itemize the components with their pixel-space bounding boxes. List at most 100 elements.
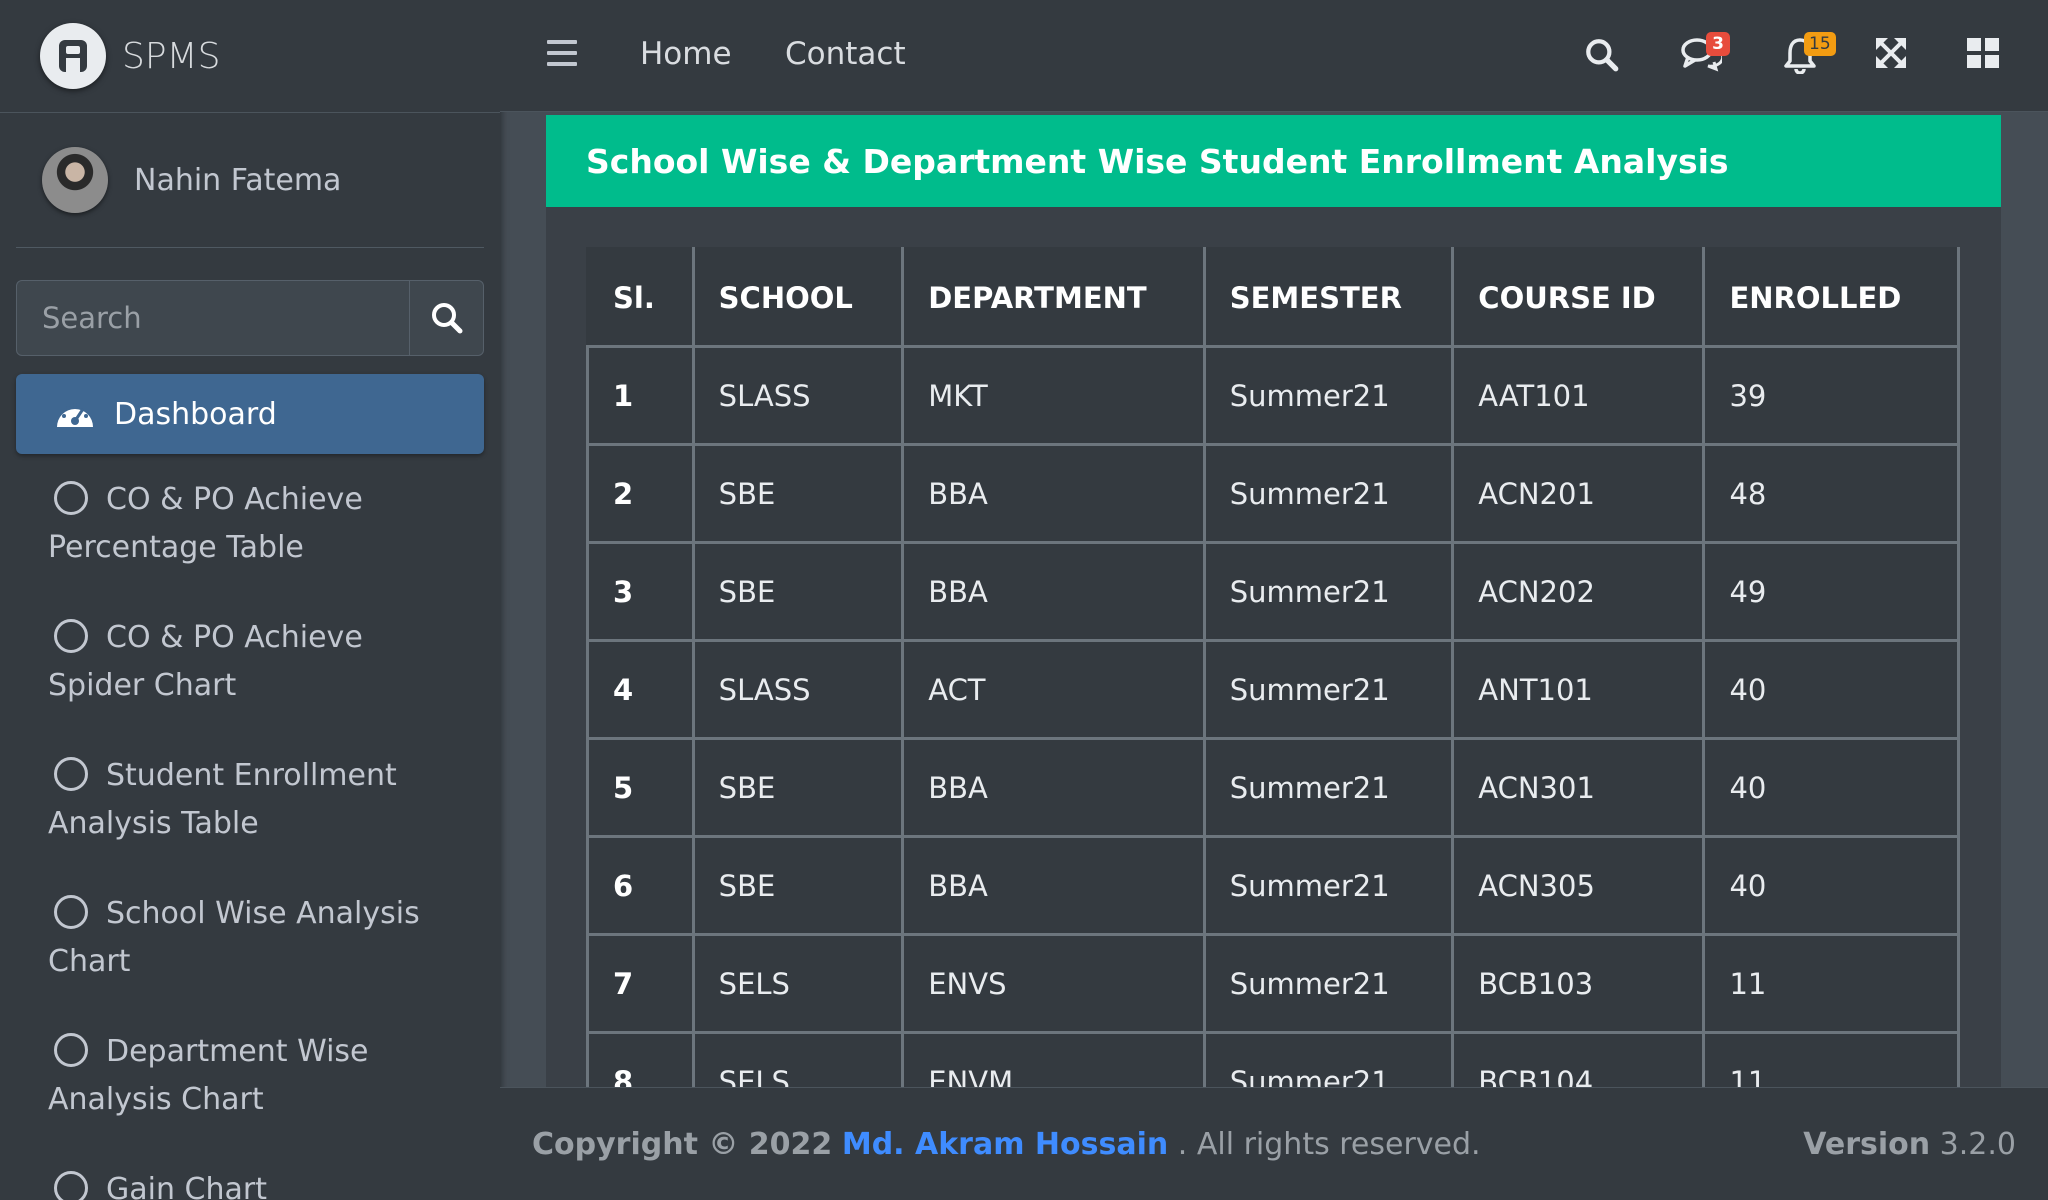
sidebar-item-gain-chart[interactable]: Gain Chart <box>16 1144 466 1200</box>
enrollment-table: Sl. SCHOOL DEPARTMENT SEMESTER COURSE ID ENRO… <box>586 247 1960 1087</box>
table-cell: 3 <box>586 541 695 642</box>
search-input[interactable] <box>17 281 409 355</box>
table-cell: ACT <box>901 639 1206 740</box>
nav-link-contact[interactable]: Contact <box>785 36 906 72</box>
table-cell: 1 <box>586 345 695 446</box>
table-cell: 48 <box>1702 443 1960 544</box>
table-cell: Summer21 <box>1202 443 1455 544</box>
version-label: Version <box>1803 1126 1931 1162</box>
table-cell: Summer21 <box>1202 1031 1455 1087</box>
table-cell: MKT <box>901 345 1206 446</box>
table-cell: Summer21 <box>1202 639 1455 740</box>
expand-arrows-icon <box>1876 38 1906 68</box>
table-cell: Summer21 <box>1202 737 1455 838</box>
avatar <box>42 147 108 213</box>
user-name[interactable]: Nahin Fatema <box>134 163 341 198</box>
user-panel[interactable]: Nahin Fatema <box>16 113 484 248</box>
brand-name: SPMS <box>122 35 221 77</box>
table-cell: Summer21 <box>1202 835 1455 936</box>
sidebar-item-co-po-percentage-table[interactable]: CO & PO Achieve Percentage Table <box>16 454 466 592</box>
messages-badge: 3 <box>1706 32 1730 56</box>
table-cell: BBA <box>901 541 1206 642</box>
copyright-text: Copyright © 2022 <box>532 1126 833 1162</box>
table-row: 5 SBE BBA Summer21 ACN301 40 <box>586 737 1960 838</box>
menu-toggle-icon[interactable] <box>547 40 577 73</box>
footer-copyright: Copyright © 2022 Md. Akram Hossain . All… <box>532 1127 1481 1162</box>
table-cell: SELS <box>691 933 905 1034</box>
footer: Copyright © 2022 Md. Akram Hossain . All… <box>500 1087 2048 1200</box>
circle-icon <box>54 757 88 791</box>
table-cell: BBA <box>901 737 1206 838</box>
circle-icon <box>54 1033 88 1067</box>
table-cell: 5 <box>586 737 695 838</box>
control-sidebar-button[interactable] <box>1965 36 2001 74</box>
table-cell: BCB104 <box>1451 1031 1706 1087</box>
table-cell: 40 <box>1702 835 1960 936</box>
sidebar-item-label: Student Enrollment Analysis Table <box>48 758 397 841</box>
brand-link[interactable]: SPMS <box>0 0 500 113</box>
table-row: 6 SBE BBA Summer21 ACN305 40 <box>586 835 1960 936</box>
sidebar-item-co-po-spider-chart[interactable]: CO & PO Achieve Spider Chart <box>16 592 466 730</box>
author-link[interactable]: Md. Akram Hossain <box>842 1127 1168 1162</box>
table-cell: ENVM <box>901 1031 1206 1087</box>
th-large-icon <box>1967 38 1999 68</box>
table-header-row: Sl. SCHOOL DEPARTMENT SEMESTER COURSE ID ENRO… <box>586 247 1960 348</box>
sidebar-item-student-enrollment-table[interactable]: Student Enrollment Analysis Table <box>16 730 466 868</box>
table-cell: 4 <box>586 639 695 740</box>
table-row: 3 SBE BBA Summer21 ACN202 49 <box>586 541 1960 642</box>
card-title: School Wise & Department Wise Student En… <box>586 141 1729 181</box>
search-icon <box>431 303 462 334</box>
table-cell: SLASS <box>691 345 905 446</box>
card-header: School Wise & Department Wise Student En… <box>546 115 2001 207</box>
table-row: 4 SLASS ACT Summer21 ANT101 40 <box>586 639 1960 740</box>
table-header-cell: DEPARTMENT <box>901 247 1206 348</box>
rights-text: . All rights reserved. <box>1177 1126 1481 1162</box>
table-cell: ACN305 <box>1451 835 1706 936</box>
table-cell: ACN301 <box>1451 737 1706 838</box>
navbar-search-button[interactable] <box>1583 36 1621 78</box>
sidebar-item-label: Department Wise Analysis Chart <box>48 1034 369 1117</box>
table-row: 8 SELS ENVM Summer21 BCB104 11 <box>586 1031 1960 1087</box>
table-cell: ANT101 <box>1451 639 1706 740</box>
table-header-cell: ENROLLED <box>1702 247 1960 348</box>
table-cell: ACN201 <box>1451 443 1706 544</box>
search-button[interactable] <box>409 281 483 355</box>
table-cell: AAT101 <box>1451 345 1706 446</box>
circle-icon <box>54 1171 88 1200</box>
table-cell: 39 <box>1702 345 1960 446</box>
table-row: 7 SELS ENVS Summer21 BCB103 11 <box>586 933 1960 1034</box>
footer-version: Version 3.2.0 <box>1803 1127 2016 1162</box>
table-cell: 7 <box>586 933 695 1034</box>
table-cell: ACN202 <box>1451 541 1706 642</box>
table-cell: 40 <box>1702 737 1960 838</box>
table-cell: SBE <box>691 737 905 838</box>
table-cell: SBE <box>691 443 905 544</box>
sidebar-item-label: School Wise Analysis Chart <box>48 896 420 979</box>
table-cell: BCB103 <box>1451 933 1706 1034</box>
messages-button[interactable]: 3 <box>1680 32 1730 76</box>
search-icon <box>1586 39 1619 72</box>
top-navbar: Home Contact 3 15 <box>500 0 2048 112</box>
notifications-badge: 15 <box>1804 32 1836 56</box>
card-body: Sl. SCHOOL DEPARTMENT SEMESTER COURSE ID ENRO… <box>546 207 2001 1087</box>
tachometer-icon <box>57 403 93 427</box>
sidebar-item-department-wise-chart[interactable]: Department Wise Analysis Chart <box>16 1006 466 1144</box>
sidebar-item-label: CO & PO Achieve Percentage Table <box>48 482 363 565</box>
nav-link-home[interactable]: Home <box>640 36 732 72</box>
sidebar-item-label: CO & PO Achieve Spider Chart <box>48 620 363 703</box>
sidebar-item-dashboard[interactable]: Dashboard <box>16 374 484 454</box>
brand-logo <box>40 23 106 89</box>
sidebar: SPMS Nahin Fatema Dashboard <box>0 0 500 1200</box>
fullscreen-button[interactable] <box>1874 36 1908 74</box>
table-cell: Summer21 <box>1202 345 1455 446</box>
notifications-button[interactable]: 15 <box>1782 32 1836 78</box>
table-cell: 49 <box>1702 541 1960 642</box>
table-cell: Summer21 <box>1202 933 1455 1034</box>
circle-icon <box>54 481 88 515</box>
table-cell: BBA <box>901 835 1206 936</box>
circle-icon <box>54 895 88 929</box>
sidebar-nav: Dashboard CO & PO Achieve Percentage Tab… <box>16 374 484 1200</box>
sidebar-item-school-wise-chart[interactable]: School Wise Analysis Chart <box>16 868 466 1006</box>
table-cell: 2 <box>586 443 695 544</box>
table-cell: 11 <box>1702 1031 1960 1087</box>
